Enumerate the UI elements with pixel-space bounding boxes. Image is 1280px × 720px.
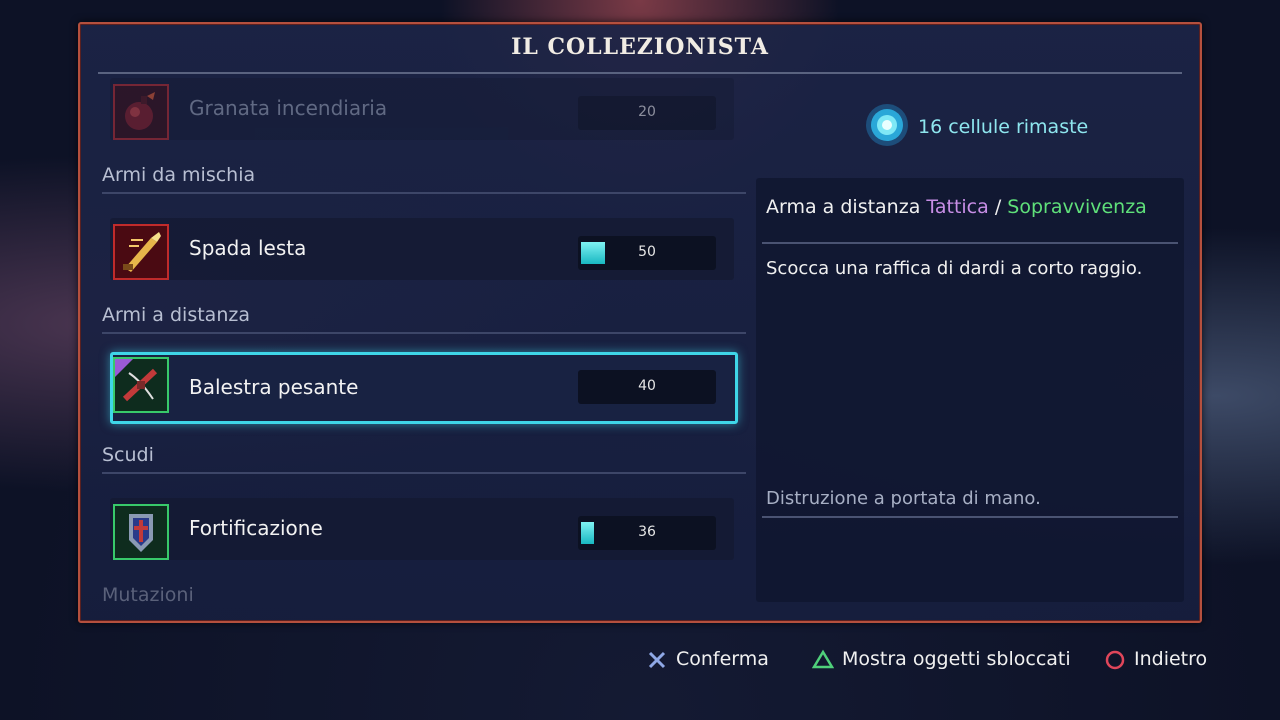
- section-label: Armi a distanza: [102, 304, 250, 326]
- heavy-crossbow-icon: [113, 357, 169, 413]
- details-divider: [762, 242, 1178, 244]
- cost-value: 20: [638, 104, 656, 120]
- cost-bar: 50: [578, 236, 716, 270]
- list-item-fortification[interactable]: Fortificazione 36: [110, 498, 734, 560]
- cost-bar: 36: [578, 516, 716, 550]
- collector-panel: IL COLLEZIONISTA Granata incendiaria 20 …: [78, 22, 1202, 623]
- cells-remaining: 16 cellule rimaste: [918, 116, 1089, 138]
- fortification-shield-icon: [113, 504, 169, 560]
- section-ranged: Armi a distanza: [102, 302, 746, 334]
- item-details: Arma a distanza Tattica / Sopravvivenza …: [756, 178, 1184, 602]
- cost-value: 40: [638, 378, 656, 394]
- button-prompts: Conferma Mostra oggetti sbloccati Indiet…: [0, 646, 1280, 676]
- item-label: Spada lesta: [189, 236, 307, 260]
- tag-separator: /: [994, 196, 1002, 218]
- list-item-grenade[interactable]: Granata incendiaria 20: [110, 78, 734, 140]
- panel-title: IL COLLEZIONISTA: [511, 34, 769, 60]
- item-description: Scocca una raffica di dardi a corto ragg…: [766, 258, 1143, 279]
- incendiary-grenade-icon: [113, 84, 169, 140]
- item-flavor-text: Distruzione a portata di mano.: [766, 488, 1041, 509]
- item-list[interactable]: Granata incendiaria 20 Armi da mischia S…: [80, 76, 756, 616]
- cost-bar: 40: [578, 370, 716, 404]
- tag-survival: Sopravvivenza: [1007, 196, 1147, 218]
- cost-value: 50: [638, 244, 656, 260]
- section-label: Armi da mischia: [102, 164, 256, 186]
- list-item-heavy-crossbow[interactable]: Balestra pesante 40: [110, 352, 738, 424]
- item-label: Fortificazione: [189, 516, 323, 540]
- title-divider: [98, 72, 1182, 74]
- confirm-label: Conferma: [676, 648, 769, 670]
- cross-button-icon: [648, 651, 666, 669]
- section-mutations: Mutazioni: [102, 582, 746, 612]
- item-label: Granata incendiaria: [189, 96, 388, 120]
- show-unlocked-label: Mostra oggetti sbloccati: [842, 648, 1071, 670]
- list-item-quick-sword[interactable]: Spada lesta 50: [110, 218, 734, 280]
- section-melee: Armi da mischia: [102, 162, 746, 194]
- item-label: Balestra pesante: [189, 375, 359, 399]
- flavor-divider: [762, 516, 1178, 518]
- quick-sword-icon: [113, 224, 169, 280]
- cost-value: 36: [638, 524, 656, 540]
- item-type: Arma a distanza Tattica / Sopravvivenza: [766, 196, 1147, 218]
- section-label: Scudi: [102, 444, 154, 466]
- cell-icon: [866, 104, 908, 146]
- circle-button-icon: [1105, 650, 1125, 670]
- back-label: Indietro: [1134, 648, 1208, 670]
- section-label: Mutazioni: [102, 584, 194, 606]
- type-prefix: Arma a distanza: [766, 196, 921, 218]
- section-shields: Scudi: [102, 442, 746, 474]
- tag-tactic: Tattica: [926, 196, 989, 218]
- cost-bar: 20: [578, 96, 716, 130]
- triangle-button-icon: [812, 649, 834, 669]
